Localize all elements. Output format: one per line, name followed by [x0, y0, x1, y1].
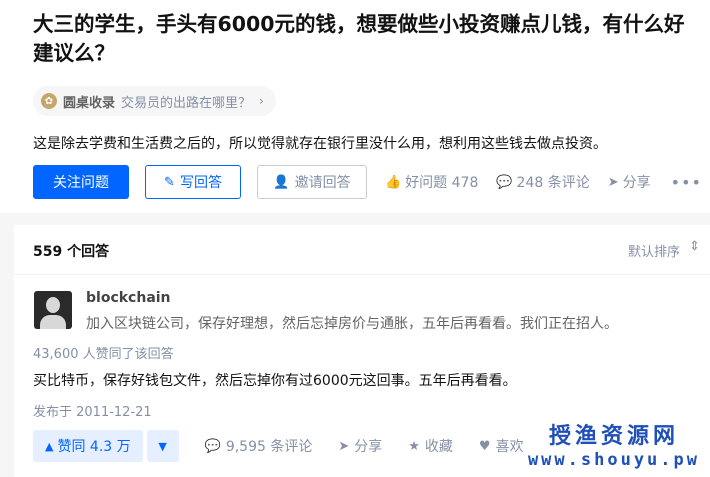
question-comments-button[interactable]: 💬 248 条评论 — [496, 172, 589, 192]
watermark: 授渔资源网 www.shouyu.pw — [528, 425, 700, 471]
favorite-label: 收藏 — [424, 439, 453, 455]
like-label: 喜欢 — [495, 439, 524, 455]
avatar[interactable] — [34, 291, 72, 329]
upvoted-count[interactable]: 43,600 人赞同了该回答 — [33, 343, 174, 362]
good-question-button[interactable]: 👍 好问题 478 — [385, 172, 478, 192]
answer-share-button[interactable]: ➤ 分享 — [338, 436, 382, 456]
answer-comments-label: 9,595 条评论 — [225, 439, 313, 455]
author-bio: 加入区块链公司，保存好理想，然后忘掉房价与通胀，五年后再看看。我们正在招人。 — [86, 316, 618, 332]
answers-header: 559 个回答 默认排序 ⇕ — [14, 225, 710, 275]
watermark-url: www.shouyu.pw — [527, 450, 700, 470]
comment-icon: 💬 — [204, 438, 221, 454]
like-button[interactable]: ♥ 喜欢 — [479, 436, 524, 456]
upvote-label: 赞同 4.3 万 — [57, 439, 131, 455]
comment-icon: 💬 — [496, 174, 513, 190]
question-card: 大三的学生，手头有6000元的钱，想要做些小投资赚点儿钱，有什么好建议么？ ✿ … — [0, 0, 710, 213]
roundtable-icon: ✿ — [41, 93, 57, 109]
more-icon[interactable]: ••• — [671, 173, 702, 192]
question-share-label: 分享 — [622, 175, 651, 191]
pencil-icon: ✎ — [164, 174, 175, 190]
answer-share-label: 分享 — [354, 439, 383, 455]
add-user-icon: 👤 — [273, 174, 290, 190]
roundtable-topic: 交易员的出路在哪里？ — [121, 95, 252, 111]
share-icon: ➤ — [607, 174, 619, 190]
watermark-cn: 授渔资源网 — [548, 424, 679, 449]
question-actions: 关注问题 ✎ 写回答 👤 邀请回答 👍 好问题 478 💬 248 条评论 ➤ … — [33, 165, 702, 199]
question-detail: 这是除去学费和生活费之后的，所以觉得就存在银行里没什么用，想利用这些钱去做点投资… — [33, 136, 607, 152]
downvote-button[interactable]: ▼ — [146, 430, 179, 462]
answer-count: 559 个回答 — [33, 244, 110, 260]
triangle-down-icon: ▼ — [158, 439, 167, 453]
question-comments-label: 248 条评论 — [516, 175, 590, 191]
good-question-label: 好问题 478 — [405, 175, 479, 191]
favorite-button[interactable]: ★ 收藏 — [408, 436, 453, 456]
write-answer-label: 写回答 — [179, 175, 222, 191]
author-name[interactable]: blockchain — [86, 290, 171, 306]
follow-question-button[interactable]: 关注问题 — [33, 165, 129, 199]
upvote-button[interactable]: ▲ 赞同 4.3 万 — [33, 430, 143, 462]
write-answer-button[interactable]: ✎ 写回答 — [145, 165, 241, 199]
roundtable-tag[interactable]: ✿ 圆桌收录 交易员的出路在哪里？ › — [33, 86, 276, 116]
invite-answer-button[interactable]: 👤 邀请回答 — [257, 165, 367, 199]
question-share-button[interactable]: ➤ 分享 — [608, 172, 651, 192]
published-date[interactable]: 发布于 2011-12-21 — [33, 401, 152, 420]
triangle-up-icon: ▲ — [45, 439, 54, 453]
invite-answer-label: 邀请回答 — [294, 175, 351, 191]
answer-actions: ▲ 赞同 4.3 万 ▼ 💬 9,595 条评论 ➤ 分享 ★ 收藏 ♥ 喜欢 — [33, 430, 524, 462]
share-icon: ➤ — [338, 438, 350, 454]
answer-comments-button[interactable]: 💬 9,595 条评论 — [205, 436, 313, 456]
sort-dropdown[interactable]: 默认排序 — [628, 241, 680, 260]
roundtable-name: 圆桌收录 — [63, 95, 116, 111]
answer-content: 买比特币，保存好钱包文件，然后忘掉你有过6000元这回事。五年后再看看。 — [33, 373, 517, 389]
sort-icon[interactable]: ⇕ — [689, 239, 700, 254]
question-title: 大三的学生，手头有6000元的钱，想要做些小投资赚点儿钱，有什么好建议么？ — [33, 12, 685, 65]
thumbs-up-icon: 👍 — [385, 174, 402, 190]
heart-icon: ♥ — [478, 438, 491, 454]
chevron-right-icon: › — [259, 94, 264, 108]
star-icon: ★ — [408, 438, 420, 454]
